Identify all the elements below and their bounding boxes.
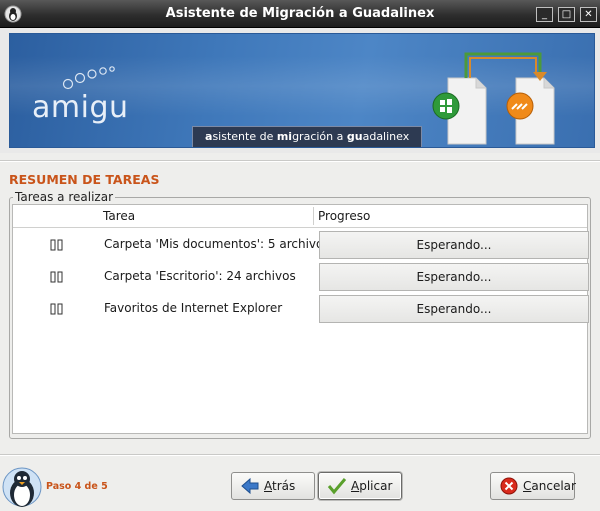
logo-circles	[62, 66, 115, 90]
table-row[interactable]: Carpeta 'Mis documentos': 5 archivos Esp…	[13, 229, 589, 261]
penguin-mascot-icon	[2, 467, 42, 507]
banner-area: amigu asistente de migración a guadaline…	[0, 28, 600, 153]
task-label: Carpeta 'Mis documentos': 5 archivos	[104, 237, 330, 251]
tasks-table: Tarea Progreso Carpeta 'Mis documentos':…	[12, 204, 589, 434]
pause-icon	[50, 239, 63, 251]
table-header: Tarea Progreso	[13, 205, 587, 228]
title-bar[interactable]: Asistente de Migración a Guadalinex _ □ …	[0, 0, 600, 28]
table-row[interactable]: Carpeta 'Escritorio': 24 archivos Espera…	[13, 261, 589, 293]
step-indicator: Paso 4 de 5	[46, 481, 108, 492]
progress-bar: Esperando...	[319, 231, 589, 259]
task-label: Carpeta 'Escritorio': 24 archivos	[104, 269, 296, 283]
checkmark-icon	[327, 478, 347, 495]
column-header-tarea[interactable]: Tarea	[103, 209, 135, 223]
maximize-icon[interactable]: □	[558, 7, 575, 22]
arrow-left-icon	[241, 477, 259, 495]
close-icon[interactable]: ✕	[580, 7, 597, 22]
cancel-icon	[500, 477, 518, 495]
frame-label: Tareas a realizar	[13, 190, 115, 204]
table-row[interactable]: Favoritos de Internet Explorer Esperando…	[13, 293, 589, 325]
minimize-icon[interactable]: _	[536, 7, 553, 22]
window-title: Asistente de Migración a Guadalinex	[165, 6, 435, 21]
progress-bar: Esperando...	[319, 295, 589, 323]
migration-graphic	[432, 52, 555, 145]
banner-subtitle: asistente de migración a guadalinex	[192, 126, 423, 147]
logo: amigu	[32, 90, 129, 125]
apply-button[interactable]: Aplicar	[318, 472, 402, 500]
section-title: RESUMEN DE TAREAS	[9, 172, 160, 187]
back-button[interactable]: Atrás	[231, 472, 315, 500]
pause-icon	[50, 271, 63, 283]
task-label: Favoritos de Internet Explorer	[104, 301, 283, 315]
cancel-button[interactable]: Cancelar	[490, 472, 576, 500]
banner: amigu asistente de migración a guadaline…	[9, 33, 595, 148]
progress-bar: Esperando...	[319, 263, 589, 291]
pause-icon	[50, 303, 63, 315]
column-header-progreso[interactable]: Progreso	[318, 209, 370, 223]
